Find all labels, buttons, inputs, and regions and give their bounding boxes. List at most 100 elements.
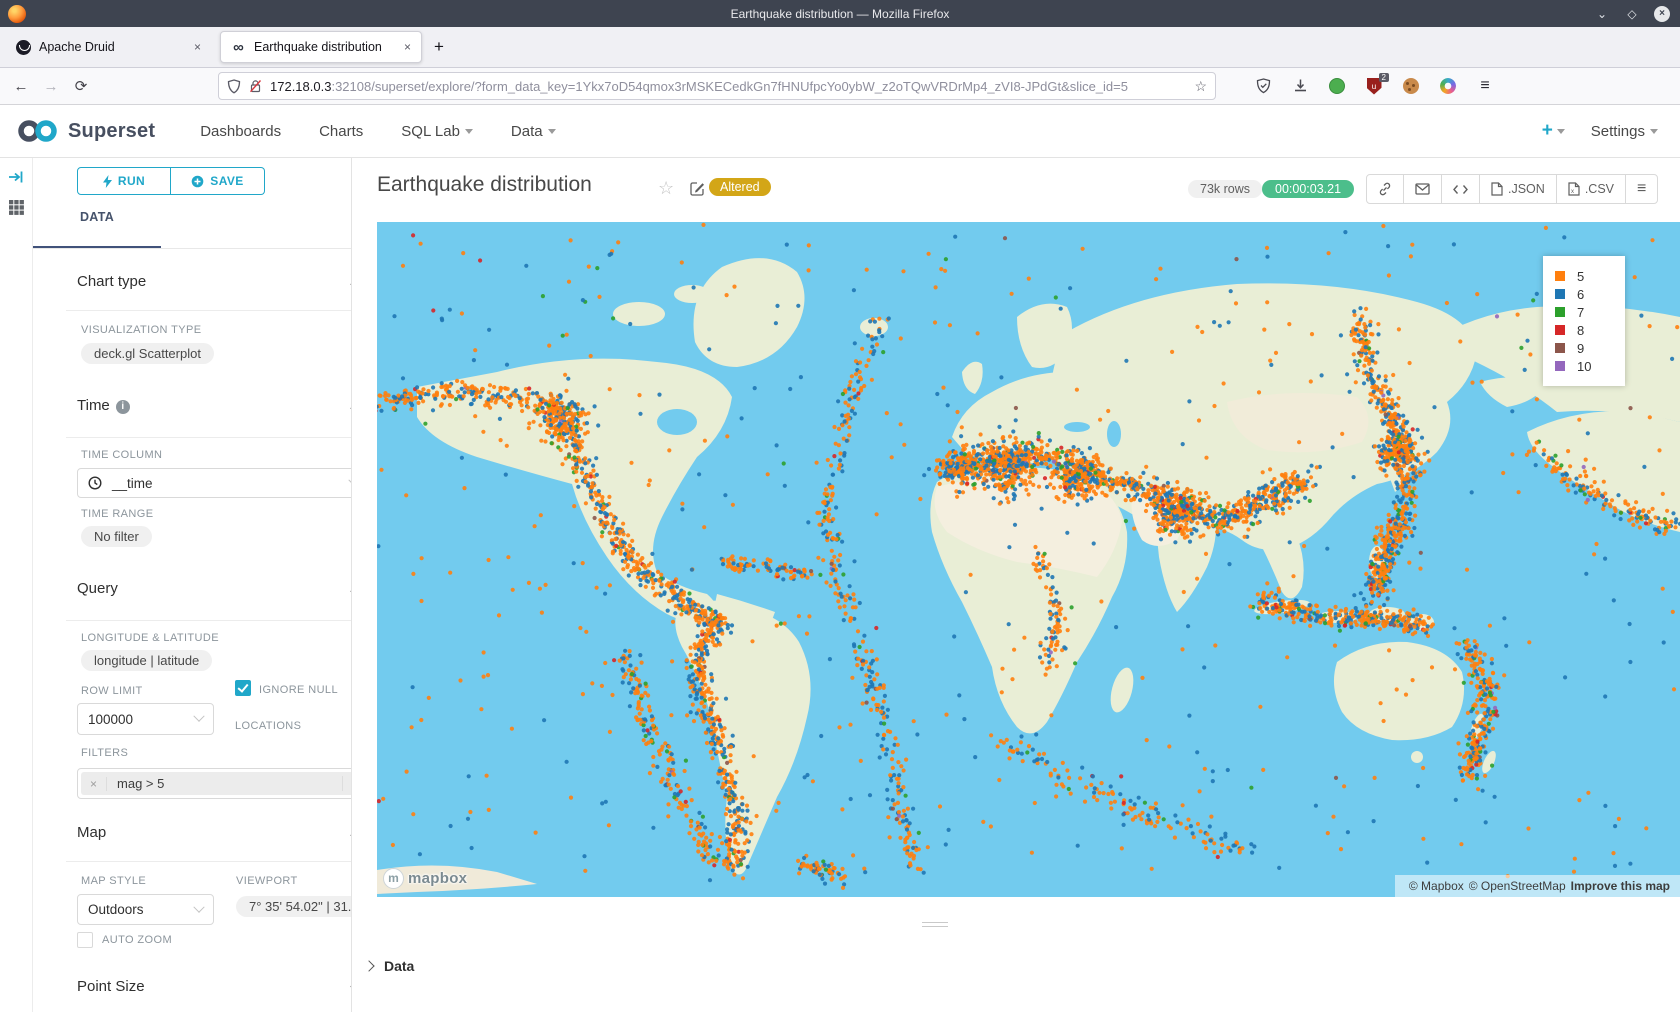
- chart-area: Earthquake distribution ☆ Altered 73k ro…: [352, 158, 1680, 1012]
- save-button[interactable]: SAVE: [171, 167, 265, 195]
- dataset-grid-icon[interactable]: [8, 199, 25, 216]
- chevron-right-icon[interactable]: ›: [342, 776, 352, 791]
- tab-apache-druid[interactable]: Apache Druid ×: [6, 31, 211, 63]
- new-tab-button[interactable]: +: [434, 37, 444, 57]
- remove-filter-icon[interactable]: ×: [81, 777, 107, 791]
- chart-menu-button[interactable]: ≡: [1626, 175, 1657, 203]
- mapbox-attribution-link[interactable]: © Mapbox: [1409, 879, 1464, 893]
- window-minimize-button[interactable]: ⌄: [1594, 6, 1610, 22]
- section-time[interactable]: Timei: [77, 397, 352, 414]
- add-new-button[interactable]: +: [1542, 120, 1565, 142]
- map-attribution: © Mapbox © OpenStreetMap Improve this ma…: [1395, 875, 1680, 897]
- filters-label: FILTERS: [81, 747, 128, 759]
- legend-row[interactable]: 6: [1555, 285, 1613, 303]
- section-chart-type[interactable]: Chart type: [77, 273, 352, 290]
- adblocker-shield-icon[interactable]: u 2: [1365, 77, 1383, 95]
- checkbox-unchecked-icon[interactable]: [77, 932, 93, 948]
- chevron-down-icon: [548, 129, 556, 134]
- clock-icon: [88, 476, 102, 490]
- expand-datasource-panel-icon[interactable]: [8, 170, 24, 184]
- altered-badge: Altered: [709, 178, 771, 196]
- url-input[interactable]: 172.18.0.3:32108/superset/explore/?form_…: [218, 72, 1216, 100]
- pocket-shield-icon[interactable]: [1254, 77, 1272, 95]
- tab-data[interactable]: DATA: [33, 210, 161, 224]
- tab-label: Apache Druid: [39, 40, 188, 54]
- lonlat-label: LONGITUDE & LATITUDE: [81, 632, 219, 644]
- edit-properties-icon[interactable]: [690, 181, 705, 201]
- row-limit-select[interactable]: 100000: [77, 703, 214, 735]
- code-brackets-icon: [1453, 184, 1468, 195]
- panel-resize-handle[interactable]: [922, 922, 948, 930]
- legend-row[interactable]: 8: [1555, 321, 1613, 339]
- checkbox-checked-icon[interactable]: [235, 680, 251, 696]
- visualization-type-value[interactable]: deck.gl Scatterplot: [81, 343, 214, 364]
- bookmark-star-icon[interactable]: ☆: [1194, 78, 1207, 95]
- downloads-icon[interactable]: [1291, 77, 1309, 95]
- nav-sql-lab[interactable]: SQL Lab: [401, 123, 473, 140]
- window-close-button[interactable]: ×: [1654, 6, 1670, 22]
- lonlat-value[interactable]: longitude | latitude: [81, 650, 212, 671]
- browser-menu-icon[interactable]: ≡: [1476, 77, 1494, 95]
- favorite-star-icon[interactable]: ☆: [658, 178, 674, 199]
- legend-row[interactable]: 5: [1555, 267, 1613, 285]
- filter-chip[interactable]: × mag > 5 ›: [81, 772, 352, 795]
- window-maximize-button[interactable]: ◇: [1624, 6, 1640, 22]
- tab-label: Earthquake distribution: [254, 40, 398, 54]
- circle-plus-icon: [191, 175, 204, 188]
- chevron-down-icon: [465, 129, 473, 134]
- copy-link-button[interactable]: [1367, 175, 1404, 203]
- svg-text:x: x: [1571, 189, 1574, 195]
- embed-code-button[interactable]: [1442, 175, 1480, 203]
- nav-charts[interactable]: Charts: [319, 123, 363, 140]
- data-section-toggle[interactable]: Data: [352, 944, 1680, 988]
- forward-button[interactable]: →: [36, 78, 66, 95]
- auto-zoom-control[interactable]: AUTO ZOOM: [77, 932, 172, 948]
- legend-label: 6: [1577, 287, 1584, 302]
- superset-favicon-icon: ∞: [231, 40, 246, 55]
- tabs-divider: [33, 248, 352, 249]
- mapbox-logo[interactable]: m mapbox: [383, 868, 467, 889]
- legend-row[interactable]: 7: [1555, 303, 1613, 321]
- osm-attribution-link[interactable]: © OpenStreetMap: [1469, 879, 1566, 893]
- export-json-button[interactable]: .JSON: [1480, 175, 1557, 203]
- shield-icon[interactable]: [227, 79, 241, 94]
- map-style-label: MAP STYLE: [81, 875, 146, 887]
- section-map[interactable]: Map: [77, 824, 352, 841]
- nav-settings[interactable]: Settings: [1591, 123, 1658, 140]
- extension-green-icon[interactable]: [1328, 77, 1346, 95]
- active-tab-underline: [33, 246, 161, 248]
- viewport-value[interactable]: 7° 35' 54.02" | 31...: [236, 896, 352, 917]
- brand-name: Superset: [68, 120, 155, 143]
- insecure-lock-icon[interactable]: [249, 79, 262, 94]
- row-count-badge: 73k rows: [1188, 180, 1262, 198]
- email-button[interactable]: [1404, 175, 1442, 203]
- superset-brand[interactable]: Superset: [16, 117, 155, 145]
- map-style-select[interactable]: Outdoors: [77, 894, 214, 925]
- legend-row[interactable]: 9: [1555, 339, 1613, 357]
- tab-earthquake-distribution[interactable]: ∞ Earthquake distribution ×: [220, 31, 422, 63]
- section-query[interactable]: Query: [77, 580, 352, 597]
- improve-map-link[interactable]: Improve this map: [1571, 879, 1670, 893]
- reload-button[interactable]: ⟳: [66, 77, 96, 95]
- pinwheel-extension-icon[interactable]: [1439, 77, 1457, 95]
- nav-dashboards[interactable]: Dashboards: [200, 123, 281, 140]
- browser-tabstrip: Apache Druid × ∞ Earthquake distribution…: [0, 27, 1680, 68]
- nav-data[interactable]: Data: [511, 123, 556, 140]
- chart-action-buttons: .JSON x .CSV ≡: [1366, 174, 1658, 204]
- tab-close-icon[interactable]: ×: [404, 40, 411, 54]
- tab-close-icon[interactable]: ×: [194, 40, 201, 54]
- browser-urlbar-row: ← → ⟳ 172.18.0.3:32108/superset/explore/…: [0, 68, 1680, 105]
- section-point-size[interactable]: Point Size: [77, 978, 352, 995]
- browser-titlebar: Earthquake distribution — Mozilla Firefo…: [0, 0, 1680, 27]
- time-range-value[interactable]: No filter: [81, 526, 152, 547]
- run-button[interactable]: RUN: [77, 167, 171, 195]
- time-column-select[interactable]: __time: [77, 468, 352, 498]
- legend-row[interactable]: 10: [1555, 357, 1613, 375]
- info-icon: i: [116, 400, 130, 414]
- deckgl-scatter-map[interactable]: 5 678910 m mapbox © Mapbox © OpenStreetMa…: [377, 222, 1680, 897]
- cookie-extension-icon[interactable]: [1402, 77, 1420, 95]
- back-button[interactable]: ←: [6, 78, 36, 95]
- ignore-null-locations-control[interactable]: IGNORE NULLLOCATIONS: [235, 680, 352, 734]
- druid-favicon-icon: [16, 40, 31, 55]
- export-csv-button[interactable]: x .CSV: [1557, 175, 1626, 203]
